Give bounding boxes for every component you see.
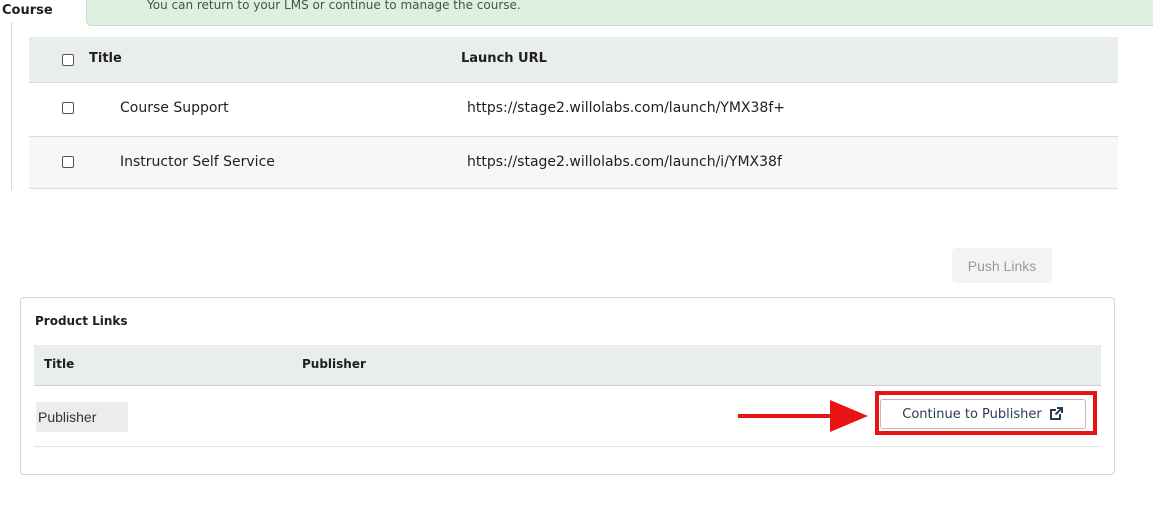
column-header-title: Title xyxy=(44,357,75,371)
course-links-table: Title Launch URL Course Support https://… xyxy=(29,37,1118,189)
push-links-button[interactable]: Push Links xyxy=(952,248,1052,283)
course-panel-border xyxy=(11,0,12,190)
annotation-arrow-head xyxy=(830,400,868,432)
column-header-launch-url: Launch URL xyxy=(461,51,547,66)
row-launch-url: https://stage2.willolabs.com/launch/i/YM… xyxy=(467,154,782,170)
product-links-card: Product Links Title Publisher Publisher xyxy=(20,297,1115,475)
row-checkbox[interactable] xyxy=(62,156,74,168)
column-header-title: Title xyxy=(89,51,122,66)
publisher-title: Publisher xyxy=(36,402,128,432)
row-checkbox[interactable] xyxy=(62,102,74,114)
select-all-checkbox[interactable] xyxy=(62,54,74,66)
annotation-arrow-shaft xyxy=(738,414,834,418)
row-launch-url: https://stage2.willolabs.com/launch/YMX3… xyxy=(467,100,786,116)
course-section-label: Course xyxy=(0,0,88,22)
column-header-publisher: Publisher xyxy=(302,357,366,371)
row-title: Instructor Self Service xyxy=(120,154,275,170)
product-links-heading: Product Links xyxy=(35,314,128,328)
highlight-box xyxy=(875,391,1097,435)
product-table-header: Title Publisher xyxy=(34,345,1101,386)
table-header-row: Title Launch URL xyxy=(29,37,1118,83)
alert-text: You can return to your LMS or continue t… xyxy=(147,0,521,12)
row-title: Course Support xyxy=(120,100,229,116)
success-alert: You can return to your LMS or continue t… xyxy=(86,0,1153,26)
table-row: Course Support https://stage2.willolabs.… xyxy=(29,83,1118,137)
table-row: Instructor Self Service https://stage2.w… xyxy=(29,137,1118,189)
